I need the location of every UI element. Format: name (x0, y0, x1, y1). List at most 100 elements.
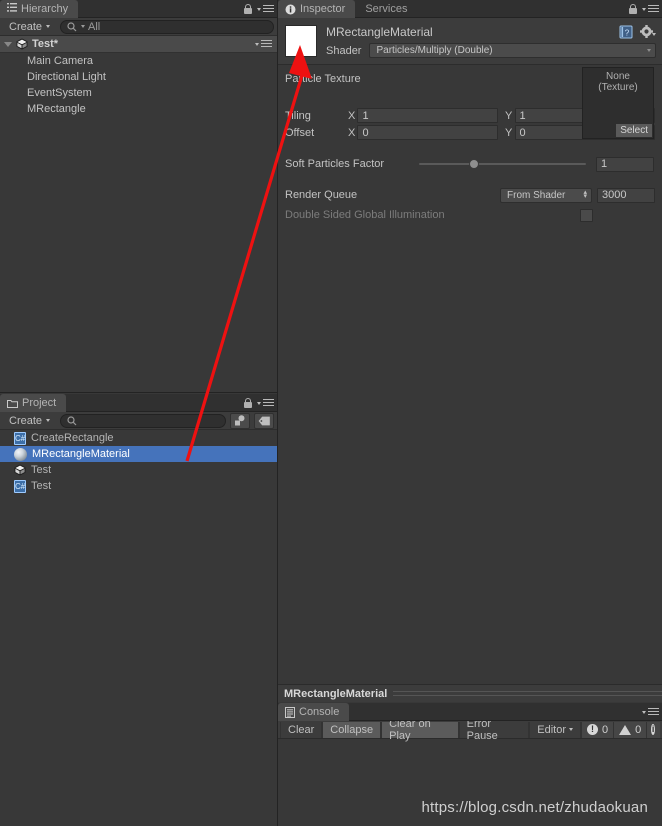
hierarchy-tab-options (244, 0, 274, 18)
hierarchy-menu-icon[interactable] (257, 4, 274, 14)
soft-particles-label: Soft Particles Factor (285, 158, 385, 170)
preview-bar-title: MRectangleMaterial (284, 687, 388, 700)
console-tabbar: Console (278, 703, 662, 721)
inspector-menu-icon[interactable] (642, 4, 659, 14)
tab-services[interactable]: Services (358, 0, 417, 18)
tab-inspector[interactable]: Inspector (278, 0, 356, 18)
project-search-input[interactable] (60, 413, 226, 428)
soft-particles-value-input[interactable]: 1 (596, 156, 654, 172)
inspector-tab-options (629, 0, 659, 18)
tab-console[interactable]: Console (278, 703, 350, 721)
console-warning-counter[interactable]: 0 (613, 721, 647, 738)
hierarchy-item-main-camera[interactable]: Main Camera (0, 53, 277, 69)
error-icon: ! (587, 724, 599, 735)
texture-slot-line2: (Texture) (598, 82, 638, 93)
tiling-x-axis-label: X (347, 109, 356, 122)
lock-icon[interactable] (244, 398, 252, 408)
hierarchy-icon (7, 3, 17, 15)
project-item-mrectanglematerial[interactable]: MRectangleMaterial (0, 446, 277, 462)
shader-row: Shader Particles/Multiply (Double) (326, 43, 656, 58)
project-item-createrectangle[interactable]: C# CreateRectangle (0, 430, 277, 446)
texture-select-button[interactable]: Select (616, 124, 652, 137)
console-clear-on-play-toggle[interactable]: Clear on Play (381, 718, 459, 742)
shader-dropdown[interactable]: Particles/Multiply (Double) (369, 43, 656, 58)
project-tab-options (244, 394, 274, 412)
render-queue-value-input[interactable]: 3000 (597, 187, 655, 203)
console-tab-options (642, 703, 659, 721)
lock-icon[interactable] (244, 4, 252, 14)
particle-texture-slot[interactable]: None (Texture) Select (582, 67, 654, 139)
chevron-down-icon[interactable] (4, 41, 12, 47)
project-create-label: Create (9, 414, 43, 427)
project-item-label: Test (31, 480, 52, 492)
console-menu-icon[interactable] (642, 707, 659, 717)
soft-particles-slider[interactable] (419, 159, 586, 169)
help-icon[interactable]: ? (619, 25, 633, 39)
filter-by-label-icon[interactable] (254, 412, 274, 429)
console-clear-on-play-label: Clear on Play (389, 717, 431, 742)
scene-context-menu-icon[interactable] (255, 39, 272, 49)
render-queue-mode-value: From Shader (507, 189, 566, 201)
material-preview-swatch[interactable] (285, 25, 317, 57)
hierarchy-item-label: Main Camera (27, 55, 94, 67)
info-icon: i (651, 724, 655, 735)
console-editor-dropdown[interactable]: Editor (529, 721, 582, 738)
double-sided-gi-row: Double Sided Global Illumination (285, 206, 655, 224)
shader-label: Shader (326, 44, 362, 57)
console-error-counter[interactable]: ! 0 (581, 721, 614, 738)
console-error-count: 0 (602, 723, 609, 736)
project-create-button[interactable]: Create (3, 413, 56, 428)
material-name: MRectangleMaterial (326, 25, 433, 39)
hierarchy-scene-name: Test* (32, 38, 59, 50)
material-icon (14, 447, 27, 461)
hierarchy-list: Main Camera Directional Light EventSyste… (0, 53, 277, 117)
offset-label: Offset (285, 126, 315, 139)
hierarchy-search-input[interactable]: All (60, 19, 274, 34)
panel-divider-vertical[interactable] (277, 0, 278, 826)
csharp-script-icon: C# (14, 431, 26, 445)
hierarchy-item-eventsystem[interactable]: EventSystem (0, 85, 277, 101)
hierarchy-create-button[interactable]: Create (3, 19, 56, 34)
preview-bar-grip[interactable] (393, 691, 662, 696)
project-item-test-script[interactable]: C# Test (0, 478, 277, 494)
project-toolbar: Create (0, 412, 277, 430)
csharp-script-icon: C# (14, 479, 26, 493)
filter-by-type-icon[interactable] (230, 412, 250, 429)
unity-scene-icon (16, 38, 28, 50)
offset-x-input[interactable]: 0 (357, 125, 498, 140)
double-sided-gi-label: Double Sided Global Illumination (285, 209, 445, 221)
double-sided-gi-checkbox[interactable] (580, 208, 593, 222)
watermark-text: https://blog.csdn.net/zhudaokuan (421, 799, 648, 816)
slider-handle[interactable] (469, 159, 480, 169)
material-preview-bar[interactable]: MRectangleMaterial (278, 684, 662, 702)
offset-x-axis-label: X (347, 126, 356, 139)
render-queue-mode-dropdown[interactable]: From Shader ▴ ▾ (500, 187, 592, 203)
tiling-x-input[interactable]: 1 (357, 108, 498, 123)
console-collapse-label: Collapse (330, 723, 374, 736)
console-icon (285, 706, 295, 718)
hierarchy-item-mrectangle[interactable]: MRectangle (0, 101, 277, 117)
hierarchy-panel: Hierarchy Create All Test* Main Camera D… (0, 0, 277, 392)
gear-icon[interactable] (640, 25, 656, 39)
search-icon (67, 21, 78, 32)
hierarchy-scene-row[interactable]: Test* (0, 36, 277, 53)
hierarchy-create-label: Create (9, 20, 43, 33)
hierarchy-toolbar: Create All (0, 18, 277, 36)
project-panel: Project Create C# CreateRectangle MRecta… (0, 394, 277, 826)
tab-hierarchy[interactable]: Hierarchy (0, 0, 79, 18)
stepper-arrows-icon: ▴ ▾ (583, 189, 587, 200)
tiling-label: Tiling (285, 109, 311, 122)
lock-icon[interactable] (629, 4, 637, 14)
info-icon (285, 4, 296, 15)
console-error-pause-toggle[interactable]: Error Pause (458, 718, 530, 742)
console-log-counter[interactable]: i (646, 721, 660, 738)
project-item-test-scene[interactable]: Test (0, 462, 277, 478)
project-menu-icon[interactable] (257, 398, 274, 408)
console-clear-button[interactable]: Clear (280, 721, 323, 738)
console-collapse-toggle[interactable]: Collapse (322, 721, 382, 738)
folder-icon (7, 399, 18, 408)
tab-project[interactable]: Project (0, 394, 67, 412)
hierarchy-item-directional-light[interactable]: Directional Light (0, 69, 277, 85)
project-list: C# CreateRectangle MRectangleMaterial Te… (0, 430, 277, 494)
panel-divider-horizontal[interactable] (0, 392, 277, 393)
